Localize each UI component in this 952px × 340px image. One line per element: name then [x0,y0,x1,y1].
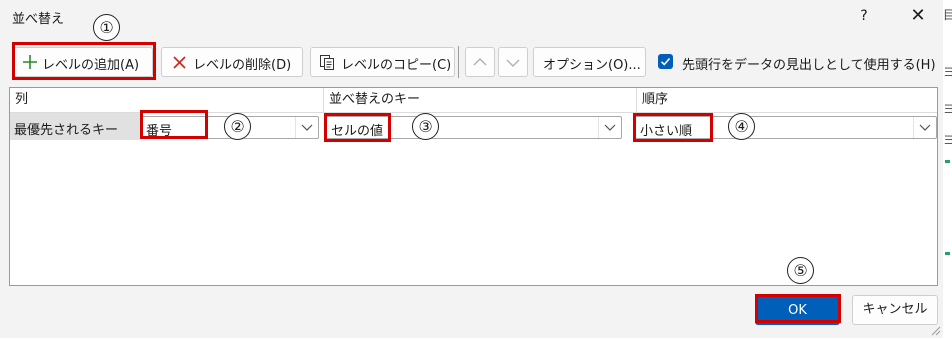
move-up-button[interactable] [465,47,495,77]
header-checkbox[interactable] [658,54,673,69]
column-header-order: 順序 [642,92,669,107]
row-label: 最優先されるキー [14,123,119,138]
options-button[interactable]: オプション(O)... [533,47,646,77]
dialog-title: 並べ替え [12,12,65,27]
toolbar-separator [458,46,459,78]
column-header-column: 列 [10,88,324,112]
chevron-down-icon [506,57,520,72]
cancel-label: キャンセル [862,302,928,317]
cancel-button[interactable]: キャンセル [852,295,938,325]
green-bar [945,252,950,255]
delete-x-icon [172,55,187,74]
close-button[interactable]: ✕ [904,2,932,30]
copy-level-button[interactable]: レベルのコピー(C) [310,47,455,77]
background-glyph: ヨ [943,65,952,79]
copy-icon [319,54,335,75]
highlight-column [140,110,208,139]
move-down-button[interactable] [498,47,528,77]
callout-2: ② [224,113,251,140]
callout-4: ④ [728,113,755,140]
highlight-ok [755,294,841,323]
options-label: オプション(O)... [543,58,641,73]
chevron-up-icon [473,56,487,71]
background-glyph: ヨ [943,133,952,147]
help-button[interactable]: ? [852,2,876,30]
callout-1: ① [93,14,120,41]
chevron-down-icon [295,117,318,138]
highlight-add-level [12,42,156,80]
sort-dialog: 並べ替え ? ✕ レベルの追加(A) レベルの削除(D) レベルのコピー(C) … [0,0,944,338]
chevron-down-icon [913,117,936,138]
delete-level-button[interactable]: レベルの削除(D) [161,47,303,77]
callout-5: ⑤ [787,257,814,284]
column-header-sort-on: 並べ替えのキー [324,88,637,112]
callout-3: ③ [412,113,439,140]
checkmark-icon [660,57,671,66]
background-glyph: ヨ [943,102,952,116]
background-spreadsheet-strip: 目 ヨ ヨ ヨ [943,0,952,338]
green-bar [945,160,950,163]
chevron-down-icon [598,117,621,138]
highlight-order [633,113,713,142]
highlight-sort-on [324,113,391,142]
copy-level-label: レベルのコピー(C) [341,58,452,73]
background-glyph: 目 [943,8,952,22]
delete-level-label: レベルの削除(D) [193,58,292,73]
header-checkbox-label[interactable]: 先頭行をデータの見出しとして使用する(H) [682,54,936,73]
